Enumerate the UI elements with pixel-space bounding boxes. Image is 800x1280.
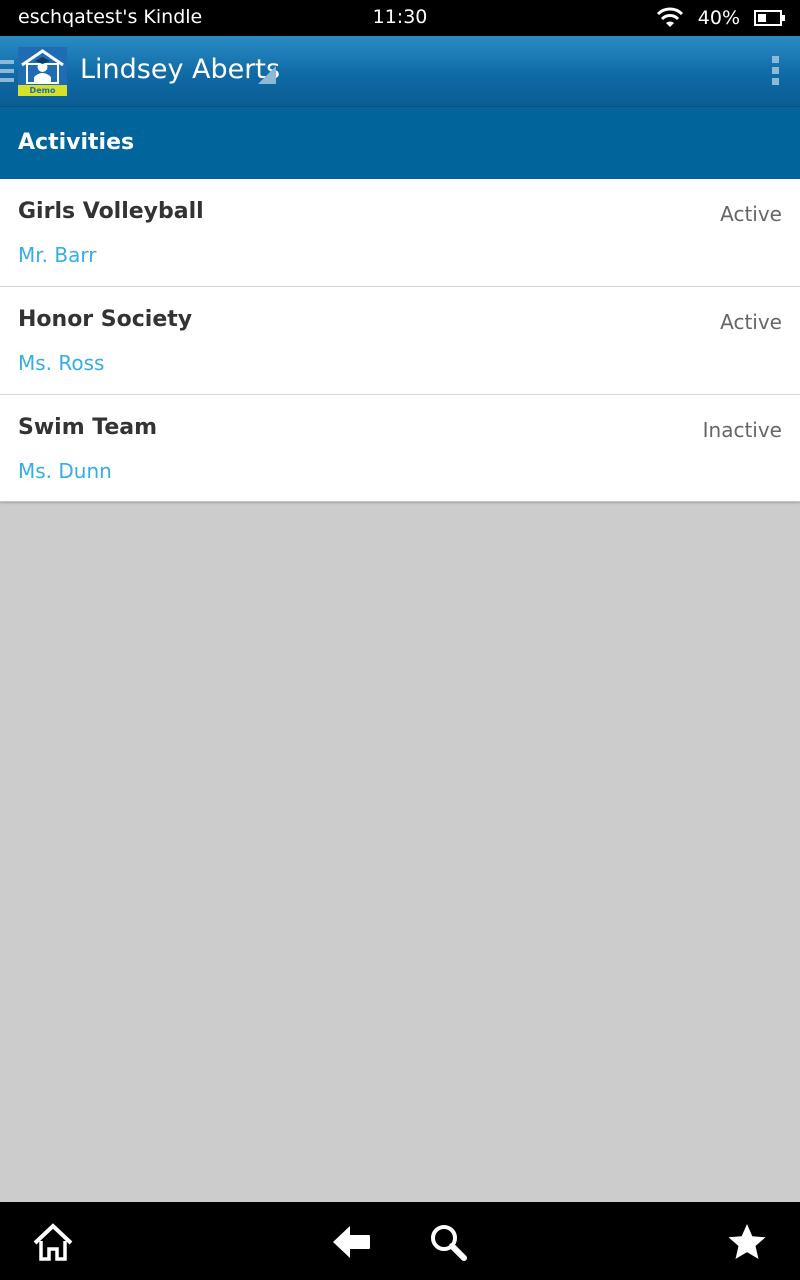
activity-status: Inactive	[702, 418, 782, 442]
student-dropdown-icon[interactable]	[258, 66, 276, 84]
battery-fill	[758, 14, 766, 22]
section-header: Activities	[0, 107, 800, 179]
battery-icon	[754, 10, 785, 26]
star-icon[interactable]	[726, 1221, 768, 1263]
school-house-icon	[18, 47, 67, 85]
page-title: Activities	[18, 130, 135, 155]
activity-advisor-link[interactable]: Mr. Barr	[18, 243, 96, 267]
list-item[interactable]: Swim Team Inactive Ms. Dunn	[0, 395, 800, 502]
action-bar: Demo Lindsey Aberts	[0, 36, 800, 107]
drawer-menu-icon[interactable]	[0, 60, 14, 82]
activity-status: Active	[720, 202, 782, 226]
status-bar: eschqatest's Kindle 11:30 40%	[0, 0, 800, 36]
list-item[interactable]: Girls Volleyball Active Mr. Barr	[0, 179, 800, 287]
search-icon[interactable]	[427, 1221, 469, 1263]
app-logo[interactable]: Demo	[18, 47, 67, 96]
student-name[interactable]: Lindsey Aberts	[80, 54, 280, 85]
activity-advisor-link[interactable]: Ms. Dunn	[18, 459, 112, 483]
activity-name: Honor Society	[18, 307, 193, 332]
list-item[interactable]: Honor Society Active Ms. Ross	[0, 287, 800, 395]
demo-badge: Demo	[18, 85, 67, 96]
activity-status: Active	[720, 310, 782, 334]
home-icon[interactable]	[32, 1221, 74, 1263]
battery-percent: 40%	[697, 7, 740, 29]
activities-list: Girls Volleyball Active Mr. Barr Honor S…	[0, 179, 800, 502]
back-arrow-icon[interactable]	[330, 1221, 372, 1263]
bottom-nav-bar	[0, 1202, 800, 1280]
overflow-menu-icon[interactable]	[772, 56, 780, 88]
activity-advisor-link[interactable]: Ms. Ross	[18, 351, 104, 375]
wifi-icon	[656, 7, 683, 27]
activity-name: Girls Volleyball	[18, 199, 204, 224]
activity-name: Swim Team	[18, 415, 158, 440]
status-indicators: 40%	[656, 5, 785, 31]
